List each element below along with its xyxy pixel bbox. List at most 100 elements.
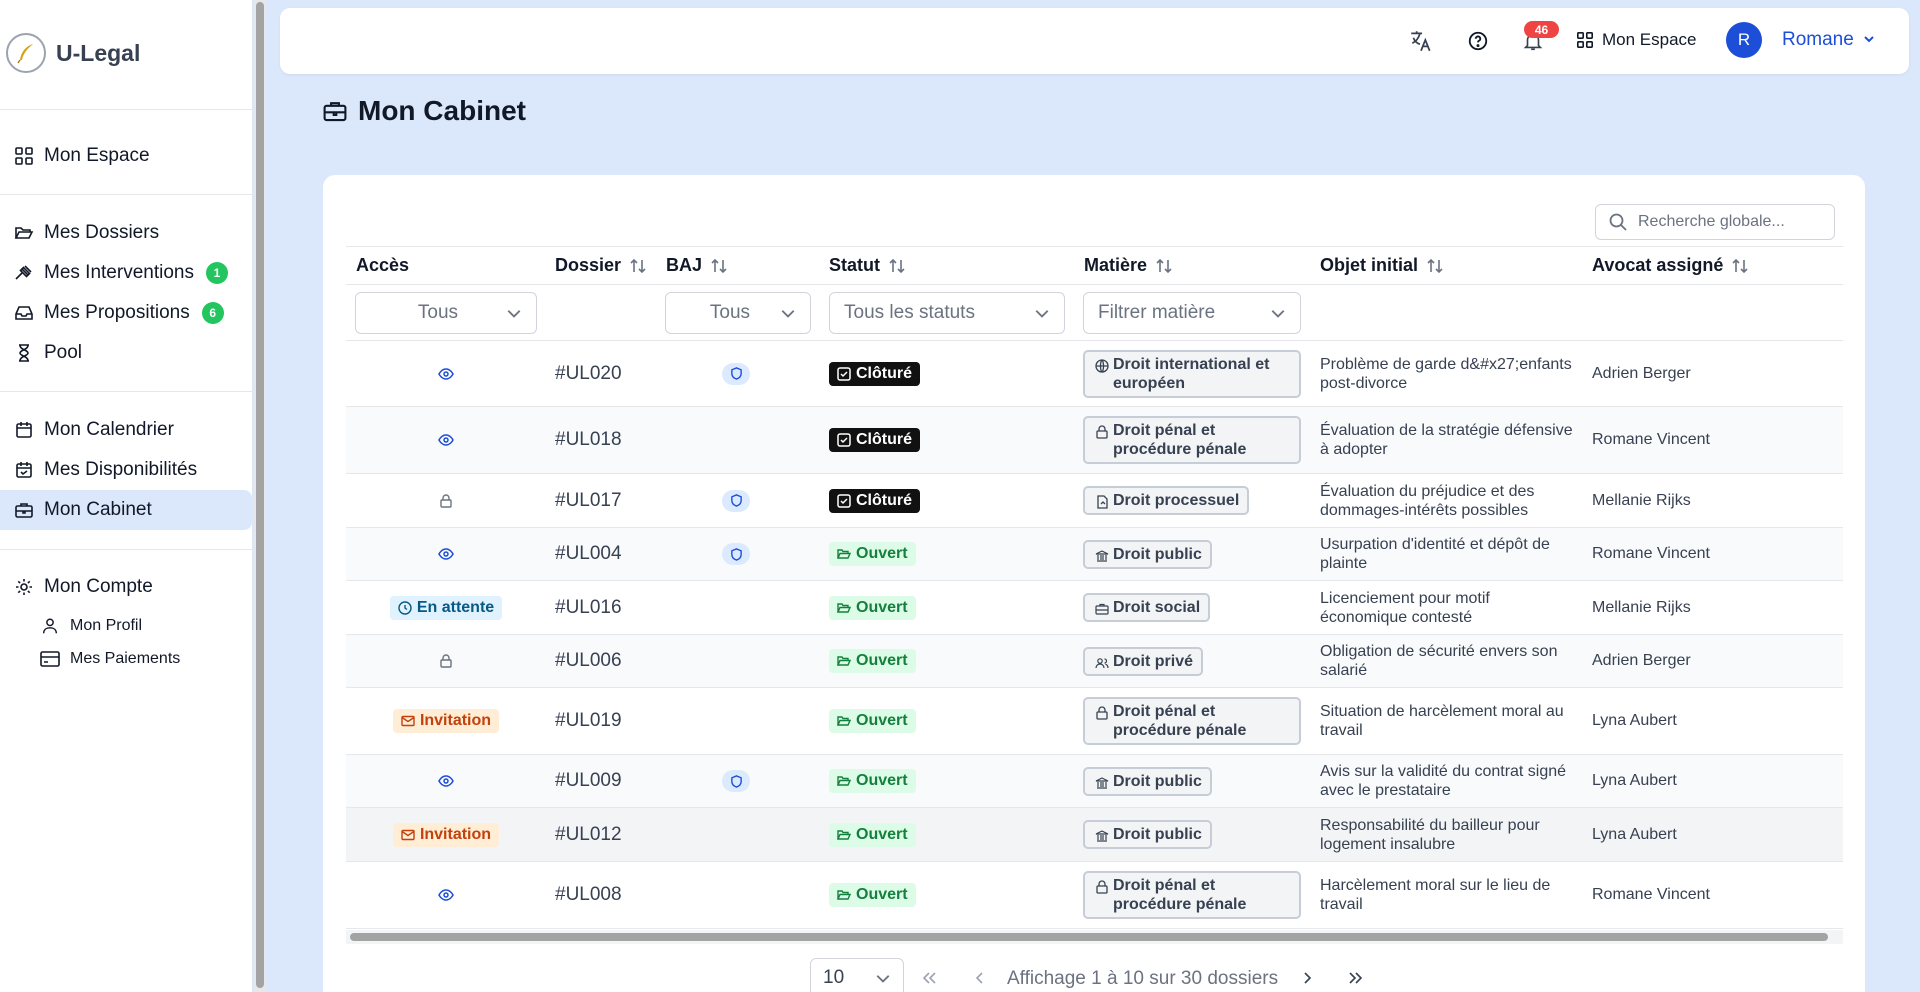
page-size-select[interactable]: 10 <box>810 958 904 992</box>
divider <box>0 194 252 195</box>
dossier-id[interactable]: #UL016 <box>555 597 622 619</box>
bank-icon <box>1095 549 1109 562</box>
invitation-badge[interactable]: Invitation <box>392 709 500 733</box>
dossier-id[interactable]: #UL006 <box>555 650 622 672</box>
eye-icon[interactable] <box>438 366 454 382</box>
sidebar-item-mon-cabinet[interactable]: Mon Cabinet <box>0 490 252 530</box>
dossier-id[interactable]: #UL004 <box>555 543 622 565</box>
sort-icon[interactable] <box>1731 257 1749 275</box>
table-row[interactable]: #UL008 Ouvert Droit pénal et procédure p… <box>346 862 1843 929</box>
column-header-statut[interactable]: Statut <box>829 255 906 276</box>
sidebar-item-mon-calendrier[interactable]: Mon Calendrier <box>0 410 252 450</box>
sidebar-item-pool[interactable]: Pool <box>0 333 252 373</box>
sidebar-item-mes-interventions[interactable]: Mes Interventions 1 <box>0 253 252 293</box>
dossier-id[interactable]: #UL018 <box>555 429 622 451</box>
eye-icon[interactable] <box>438 546 454 562</box>
global-search[interactable] <box>1595 204 1835 240</box>
first-page-icon[interactable] <box>920 970 938 986</box>
sidebar-item-mes-dossiers[interactable]: Mes Dossiers <box>0 213 252 253</box>
avocat-assigne: Adrien Berger <box>1592 652 1691 669</box>
dossier-id[interactable]: #UL020 <box>555 363 622 385</box>
invitation-badge[interactable]: Invitation <box>392 822 500 847</box>
column-header-baj[interactable]: BAJ <box>666 255 728 276</box>
sidebar-item-mes-disponibilites[interactable]: Mes Disponibilités <box>0 450 252 490</box>
matiere-filter-select[interactable]: Filtrer matière <box>1083 292 1301 334</box>
previous-page-icon[interactable] <box>974 970 986 986</box>
dossier-id[interactable]: #UL017 <box>555 490 622 512</box>
translate-icon[interactable] <box>1408 28 1434 54</box>
app-name: U-Legal <box>56 39 141 66</box>
grid-icon <box>15 147 33 165</box>
objet-initial: Évaluation de la stratégie défensive à a… <box>1320 422 1573 458</box>
table-row[interactable]: #UL017 Clôturé Droit processuel Évaluati… <box>346 474 1843 528</box>
matiere-label: Droit public <box>1113 545 1202 563</box>
sort-icon[interactable] <box>629 257 647 275</box>
access-status-label: En attente <box>416 598 495 616</box>
sidebar-item-mes-propositions[interactable]: Mes Propositions 6 <box>0 293 252 333</box>
header-label: Matière <box>1084 255 1148 275</box>
sort-icon[interactable] <box>1155 257 1173 275</box>
gear-icon <box>16 579 32 595</box>
filter-row: Tous Tous Tous les statuts Filtrer matiè… <box>346 284 1843 341</box>
column-header-acces: Accès <box>356 255 409 276</box>
chevron-down-icon <box>781 310 795 318</box>
table-row[interactable]: #UL009 Ouvert Droit public Avis sur la v… <box>346 755 1843 808</box>
dossier-id[interactable]: #UL019 <box>555 710 622 732</box>
table-row[interactable]: #UL018 Clôturé Droit pénal et procédure … <box>346 407 1843 474</box>
chevron-down-icon[interactable] <box>1862 32 1876 46</box>
search-input[interactable] <box>1638 213 1818 231</box>
dossier-id[interactable]: #UL009 <box>555 770 622 792</box>
eye-icon[interactable] <box>438 887 454 903</box>
sidebar-subitem-label: Mes Paiements <box>70 650 181 667</box>
status-label: Ouvert <box>856 825 908 843</box>
page-title: Mon Cabinet <box>322 95 526 127</box>
mon-espace-link[interactable]: Mon Espace <box>1576 30 1697 50</box>
sidebar-item-mon-compte[interactable]: Mon Compte <box>0 567 252 607</box>
status-badge: Ouvert <box>829 709 916 733</box>
last-page-icon[interactable] <box>1347 970 1365 986</box>
table-row[interactable]: En attente #UL016 Ouvert Droit social Li… <box>346 581 1843 635</box>
dossier-id[interactable]: #UL008 <box>555 884 622 906</box>
grid-icon <box>1576 31 1594 49</box>
sort-icon[interactable] <box>710 257 728 275</box>
app-logo[interactable]: U-Legal <box>6 33 140 73</box>
sidebar-subitem-mes-paiements[interactable]: Mes Paiements <box>40 644 180 674</box>
table-row[interactable]: Invitation #UL012 Ouvert Droit public Re… <box>346 808 1843 862</box>
user-icon <box>42 618 58 634</box>
statut-filter-select[interactable]: Tous les statuts <box>829 292 1065 334</box>
sidebar-item-mon-espace[interactable]: Mon Espace <box>0 136 252 176</box>
table-row[interactable]: Invitation #UL019 Ouvert Droit pénal et … <box>346 688 1843 755</box>
table-horizontal-scrollbar-thumb[interactable] <box>350 933 1828 941</box>
file-icon <box>1097 495 1108 509</box>
column-header-objet[interactable]: Objet initial <box>1320 255 1444 276</box>
user-name[interactable]: Romane <box>1782 29 1854 51</box>
gavel-icon <box>15 265 32 280</box>
table-row[interactable]: #UL004 Ouvert Droit public Usurpation d'… <box>346 528 1843 581</box>
baj-filter-select[interactable]: Tous <box>665 292 811 334</box>
sidebar-scrollbar-thumb[interactable] <box>256 2 264 988</box>
baj-shield-badge <box>722 489 750 512</box>
column-header-matiere[interactable]: Matière <box>1084 255 1173 276</box>
eye-icon[interactable] <box>438 773 454 789</box>
table-row[interactable]: #UL020 Clôturé Droit international et eu… <box>346 341 1843 407</box>
help-icon[interactable] <box>1465 28 1491 54</box>
globe-icon <box>1095 358 1109 373</box>
sidebar-item-label: Mon Calendrier <box>44 419 174 440</box>
next-page-icon[interactable] <box>1301 970 1313 986</box>
status-badge: Ouvert <box>829 542 916 566</box>
eye-icon[interactable] <box>438 432 454 448</box>
table-row[interactable]: #UL006 Ouvert Droit privé Obligation de … <box>346 635 1843 688</box>
mon-espace-label: Mon Espace <box>1602 30 1697 49</box>
sort-icon[interactable] <box>888 257 906 275</box>
column-header-dossier[interactable]: Dossier <box>555 255 647 276</box>
page-size-value: 10 <box>823 967 845 988</box>
column-header-avocat[interactable]: Avocat assigné <box>1592 255 1749 276</box>
sort-icon[interactable] <box>1426 257 1444 275</box>
status-label: Ouvert <box>856 545 908 562</box>
dossier-id[interactable]: #UL012 <box>555 824 622 846</box>
inbox-icon <box>15 306 33 320</box>
pending-access-badge[interactable]: En attente <box>389 595 503 620</box>
sidebar-subitem-mon-profil[interactable]: Mon Profil <box>40 611 142 641</box>
user-avatar[interactable]: R <box>1726 22 1762 58</box>
acces-filter-select[interactable]: Tous <box>355 292 537 334</box>
